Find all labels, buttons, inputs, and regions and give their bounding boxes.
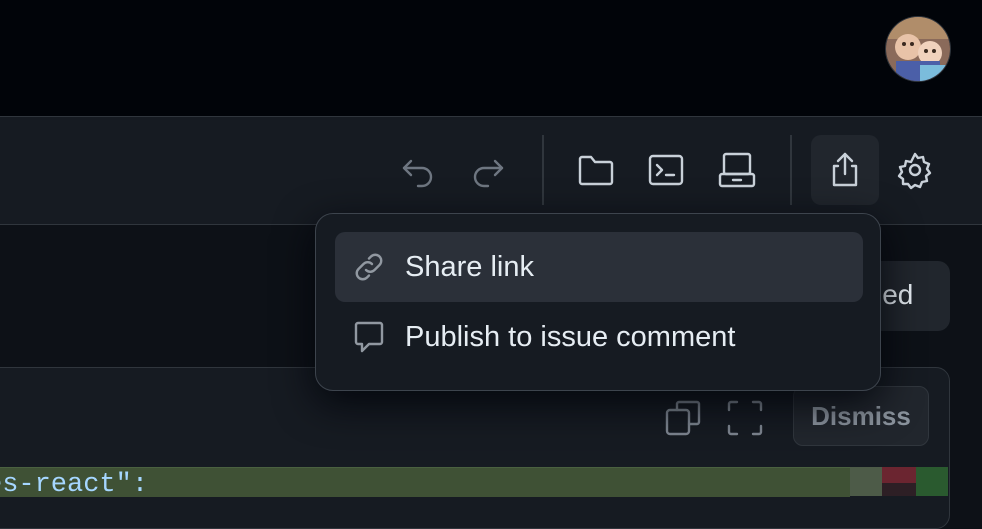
terminal-icon: [648, 154, 684, 186]
server-button[interactable]: [703, 135, 771, 205]
gear-icon: [897, 152, 932, 190]
fullscreen-button[interactable]: [725, 398, 765, 438]
minimap-deleted-marker: [882, 467, 916, 496]
share-icon: [832, 152, 858, 187]
diff-line-added: es-react":: [0, 467, 850, 497]
server-icon: [718, 152, 756, 188]
background-button-label: ied: [876, 279, 914, 310]
copy-button[interactable]: [663, 398, 703, 438]
toolbar-divider-2: [790, 135, 792, 205]
comment-icon: [351, 319, 387, 355]
redo-icon: [473, 159, 504, 188]
menu-item-share-link[interactable]: Share link: [335, 232, 863, 302]
dismiss-button[interactable]: Dismiss: [793, 386, 929, 446]
settings-button[interactable]: [881, 135, 949, 205]
avatar-image: [886, 17, 950, 81]
menu-item-label: Publish to issue comment: [405, 320, 736, 353]
copy-icon: [665, 400, 701, 436]
terminal-button[interactable]: [632, 135, 700, 205]
redo-button[interactable]: [454, 135, 522, 205]
minimap-gutter: [850, 467, 882, 496]
menu-item-label: Share link: [405, 250, 534, 283]
link-icon: [351, 249, 387, 285]
user-avatar[interactable]: [886, 17, 950, 81]
fullscreen-icon: [727, 400, 763, 436]
top-header: [0, 0, 982, 117]
minimap-added-marker: [916, 467, 948, 496]
files-button[interactable]: [562, 135, 630, 205]
menu-item-publish-comment[interactable]: Publish to issue comment: [335, 302, 863, 372]
undo-button[interactable]: [384, 135, 452, 205]
share-button[interactable]: [811, 135, 879, 205]
undo-icon: [402, 159, 433, 188]
folder-icon: [578, 155, 614, 186]
code-line-text: es-react":: [0, 470, 149, 497]
toolbar-divider: [542, 135, 544, 205]
share-menu: Share link Publish to issue comment: [315, 213, 881, 391]
